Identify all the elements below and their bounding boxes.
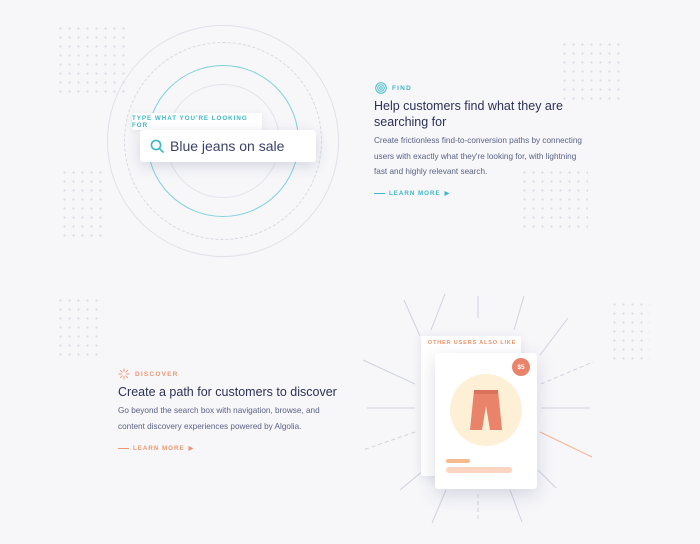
product-name-placeholder: [446, 459, 470, 463]
product-detail-placeholder: [446, 467, 512, 473]
discover-rays: [362, 293, 594, 524]
price-badge: $5: [512, 358, 530, 376]
card-label: OTHER USERS ALSO LIKE: [427, 340, 517, 346]
pants-icon: [470, 390, 502, 430]
